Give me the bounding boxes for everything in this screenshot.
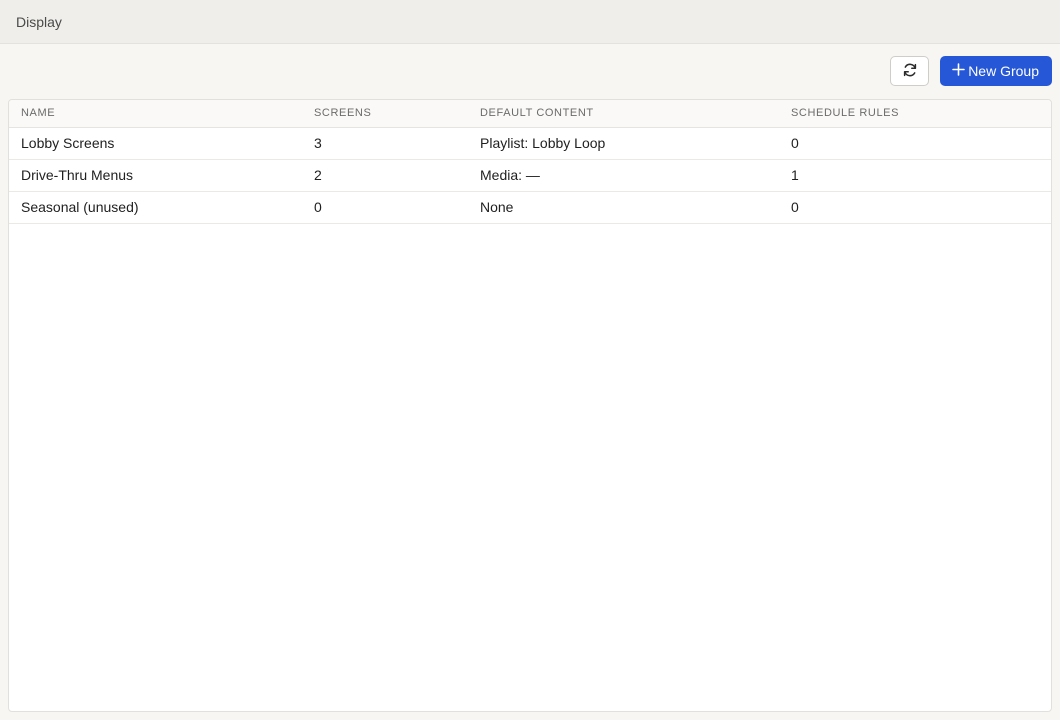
table-header-row: NAME SCREENS DEFAULT CONTENT SCHEDULE RU… — [9, 100, 1051, 128]
column-header-name[interactable]: NAME — [9, 100, 302, 128]
column-header-default-content[interactable]: DEFAULT CONTENT — [468, 100, 779, 128]
column-header-screens[interactable]: SCREENS — [302, 100, 468, 128]
cell-default-content: None — [468, 191, 779, 224]
cell-screens: 0 — [302, 191, 468, 224]
table-row[interactable]: Drive-Thru Menus 2 Media: — 1 — [9, 159, 1051, 192]
groups-table: NAME SCREENS DEFAULT CONTENT SCHEDULE RU… — [9, 100, 1051, 224]
refresh-button[interactable] — [890, 56, 930, 86]
cell-name: Drive-Thru Menus — [9, 159, 302, 192]
refresh-icon — [902, 62, 918, 81]
cell-screens: 2 — [302, 159, 468, 192]
toolbar: New Group — [890, 56, 1052, 86]
column-header-schedule-rules[interactable]: SCHEDULE RULES — [779, 100, 1051, 128]
page-title: Display — [16, 13, 62, 30]
groups-table-card: NAME SCREENS DEFAULT CONTENT SCHEDULE RU… — [8, 99, 1052, 712]
cell-schedule-rules: 0 — [779, 127, 1051, 160]
cell-name: Lobby Screens — [9, 127, 302, 160]
new-group-label: New Group — [968, 63, 1039, 79]
table-row[interactable]: Seasonal (unused) 0 None 0 — [9, 191, 1051, 224]
cell-screens: 3 — [302, 127, 468, 160]
table-row[interactable]: Lobby Screens 3 Playlist: Lobby Loop 0 — [9, 127, 1051, 160]
cell-name: Seasonal (unused) — [9, 191, 302, 224]
plus-icon — [952, 61, 965, 79]
new-group-button[interactable]: New Group — [940, 56, 1052, 86]
cell-default-content: Playlist: Lobby Loop — [468, 127, 779, 160]
cell-schedule-rules: 0 — [779, 191, 1051, 224]
top-bar: Display — [0, 0, 1060, 44]
cell-default-content: Media: — — [468, 159, 779, 192]
cell-schedule-rules: 1 — [779, 159, 1051, 192]
